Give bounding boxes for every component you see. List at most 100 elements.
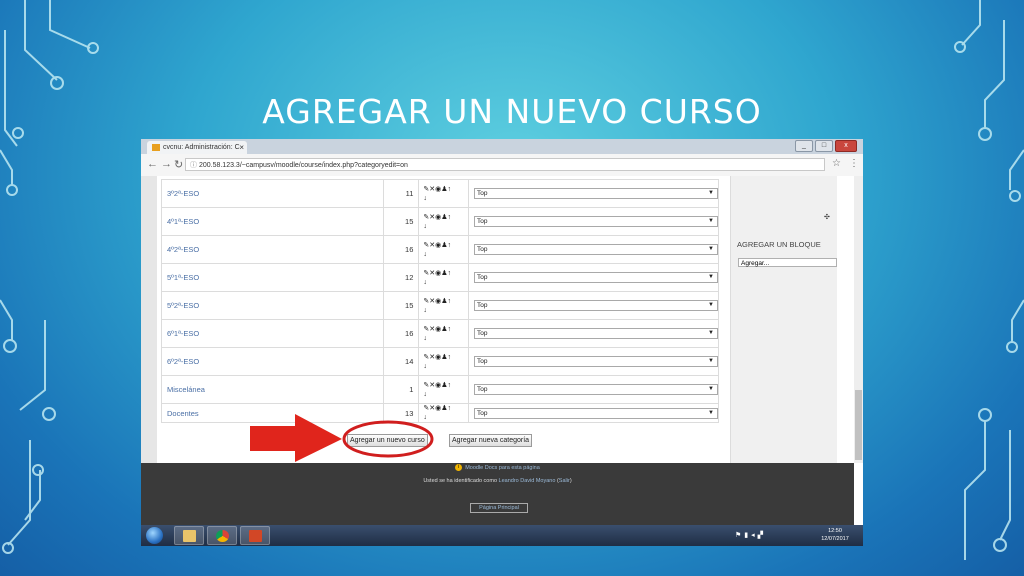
browser-tab[interactable]: cvcnu: Administración: C × (147, 141, 247, 154)
move-down-icon[interactable]: ↓ (423, 279, 427, 286)
move-down-icon[interactable]: ↓ (423, 363, 427, 370)
url-text: 200.58.123.3/~campusv/moodle/course/inde… (198, 162, 408, 169)
add-block-title: AGREGAR UN BLOQUE (737, 240, 821, 249)
move-down-icon[interactable]: ↓ (423, 251, 427, 258)
parent-select-value: Top (477, 409, 488, 417)
scrollbar-thumb[interactable] (855, 390, 862, 460)
network-icon[interactable]: ▞ (758, 532, 766, 539)
browser-toolbar: ← → ↻ ⓘ 200.58.123.3/~campusv/moodle/cou… (141, 154, 863, 177)
move-up-icon[interactable]: ↑ (448, 354, 452, 361)
category-name-link[interactable]: 4º1ª-ESO (161, 207, 384, 236)
close-window-button[interactable]: x (835, 140, 857, 152)
category-name-link[interactable]: 6º1ª-ESO (161, 319, 384, 348)
page-content: 3º2ª-ESO 11 ✎✕◉♟↑ ↓ Top ▼ 4º1ª-ESO 15 ✎✕◉♟↑ ↓ Top ▼… (141, 176, 863, 463)
page-info-icon[interactable]: ⓘ (190, 162, 199, 169)
category-name-link[interactable]: Miscelánea (161, 375, 384, 404)
parent-category-select[interactable]: Top ▼ (474, 272, 718, 283)
move-block-icon[interactable]: ✣ (824, 213, 830, 221)
parent-select-cell: Top ▼ (468, 263, 719, 292)
move-down-icon[interactable]: ↓ (423, 195, 427, 202)
category-name-link[interactable]: 3º2ª-ESO (161, 179, 384, 208)
address-bar[interactable]: ⓘ 200.58.123.3/~campusv/moodle/course/in… (185, 158, 825, 171)
logged-in-text: Usted se ha identificado como (423, 478, 498, 484)
category-name-link[interactable]: 4º2ª-ESO (161, 235, 384, 264)
reload-icon[interactable]: ↻ (174, 158, 183, 171)
add-block-select[interactable]: Agregar... (738, 258, 837, 267)
browser-screenshot: cvcnu: Administración: C × _ □ x ← → ↻ ⓘ 2… (141, 139, 863, 546)
bookmark-star-icon[interactable]: ☆ (832, 158, 841, 169)
chevron-down-icon: ▼ (708, 358, 714, 364)
move-up-icon[interactable]: ↑ (448, 298, 452, 305)
parent-category-select[interactable]: Top ▼ (474, 356, 718, 367)
parent-select-cell: Top ▼ (468, 207, 719, 236)
parent-select-cell: Top ▼ (468, 319, 719, 348)
category-actions: ✎✕◉♟↑ ↓ (418, 263, 469, 292)
category-actions: ✎✕◉♟↑ ↓ (418, 375, 469, 404)
user-name-link[interactable]: Leandro David Moyano (499, 478, 556, 484)
move-down-icon[interactable]: ↓ (423, 391, 427, 398)
home-page-link[interactable]: Página Principal (470, 503, 528, 513)
browser-menu-icon[interactable]: ⋮ (849, 158, 859, 169)
tab-close-icon[interactable]: × (239, 141, 244, 154)
category-name-link[interactable]: 5º2ª-ESO (161, 291, 384, 320)
move-down-icon[interactable]: ↓ (423, 223, 427, 230)
move-up-icon[interactable]: ↑ (448, 270, 452, 277)
move-down-icon[interactable]: ↓ (423, 307, 427, 314)
category-actions: ✎✕◉♟↑ ↓ (418, 319, 469, 348)
course-count: 14 (382, 347, 420, 376)
parent-category-select[interactable]: Top ▼ (474, 188, 718, 199)
category-actions: ✎✕◉♟↑ ↓ (418, 235, 469, 264)
start-button[interactable] (146, 527, 163, 544)
taskbar-clock[interactable]: 12:50 12/07/2017 (813, 527, 857, 543)
parent-category-select[interactable]: Top ▼ (474, 384, 718, 395)
parent-category-select[interactable]: Top ▼ (474, 300, 718, 311)
move-down-icon[interactable]: ↓ (423, 414, 427, 421)
tab-title: cvcnu: Administración: C (163, 144, 240, 151)
page-footer: i Moodle Docs para esta página Usted se h… (141, 463, 854, 525)
add-category-button[interactable]: Agregar nueva categoría (449, 434, 533, 447)
parent-category-select[interactable]: Top ▼ (474, 216, 718, 227)
parent-category-select[interactable]: Top ▼ (474, 407, 718, 419)
move-up-icon[interactable]: ↑ (448, 382, 452, 389)
parent-select-cell: Top ▼ (468, 347, 719, 376)
category-actions: ✎✕◉♟↑ ↓ (418, 179, 469, 208)
chevron-down-icon: ▼ (708, 218, 714, 224)
category-name-link[interactable]: 6º2ª-ESO (161, 347, 384, 376)
move-up-icon[interactable]: ↑ (448, 242, 452, 249)
slide-title: AGREGAR UN NUEVO CURSO (262, 92, 762, 131)
parent-category-select[interactable]: Top ▼ (474, 244, 718, 255)
parent-select-cell: Top ▼ (468, 403, 719, 423)
category-name-link[interactable]: Docentes (161, 403, 384, 423)
category-row: 4º1ª-ESO 15 ✎✕◉♟↑ ↓ Top ▼ (161, 207, 719, 236)
flag-icon[interactable]: ⚑ (735, 532, 744, 539)
move-down-icon[interactable]: ↓ (423, 335, 427, 342)
moodle-docs-link[interactable]: Moodle Docs para esta página (465, 465, 540, 471)
taskbar-explorer[interactable] (174, 526, 204, 545)
category-row: 3º2ª-ESO 11 ✎✕◉♟↑ ↓ Top ▼ (161, 179, 719, 208)
category-row: 5º1ª-ESO 12 ✎✕◉♟↑ ↓ Top ▼ (161, 263, 719, 292)
category-row: Docentes 13 ✎✕◉♟↑ ↓ Top ▼ (161, 403, 719, 423)
taskbar-chrome[interactable] (207, 526, 237, 545)
chevron-down-icon: ▼ (708, 246, 714, 252)
parent-category-select[interactable]: Top ▼ (474, 328, 718, 339)
taskbar-powerpoint[interactable] (240, 526, 270, 545)
course-count: 15 (382, 291, 420, 320)
minimize-button[interactable]: _ (795, 140, 813, 152)
chevron-down-icon: ▼ (708, 302, 714, 308)
maximize-button[interactable]: □ (815, 140, 833, 152)
forward-arrow-icon[interactable]: → (161, 158, 172, 170)
add-course-button[interactable]: Agregar un nuevo curso (347, 434, 428, 447)
move-up-icon[interactable]: ↑ (448, 214, 452, 221)
logout-link[interactable]: Salir (559, 478, 570, 484)
right-sidebar: ✣ AGREGAR UN BLOQUE Agregar... (730, 176, 837, 463)
back-arrow-icon[interactable]: ← (147, 158, 158, 170)
category-name-link[interactable]: 5º1ª-ESO (161, 263, 384, 292)
info-icon: i (455, 464, 463, 472)
windows-taskbar: ⚑▮◂▞ 12:50 12/07/2017 (141, 525, 863, 546)
move-up-icon[interactable]: ↑ (448, 326, 452, 333)
move-up-icon[interactable]: ↑ (448, 405, 452, 412)
scrollbar[interactable] (854, 176, 863, 463)
move-up-icon[interactable]: ↑ (448, 186, 452, 193)
category-actions: ✎✕◉♟↑ ↓ (418, 291, 469, 320)
folder-icon (183, 530, 196, 542)
